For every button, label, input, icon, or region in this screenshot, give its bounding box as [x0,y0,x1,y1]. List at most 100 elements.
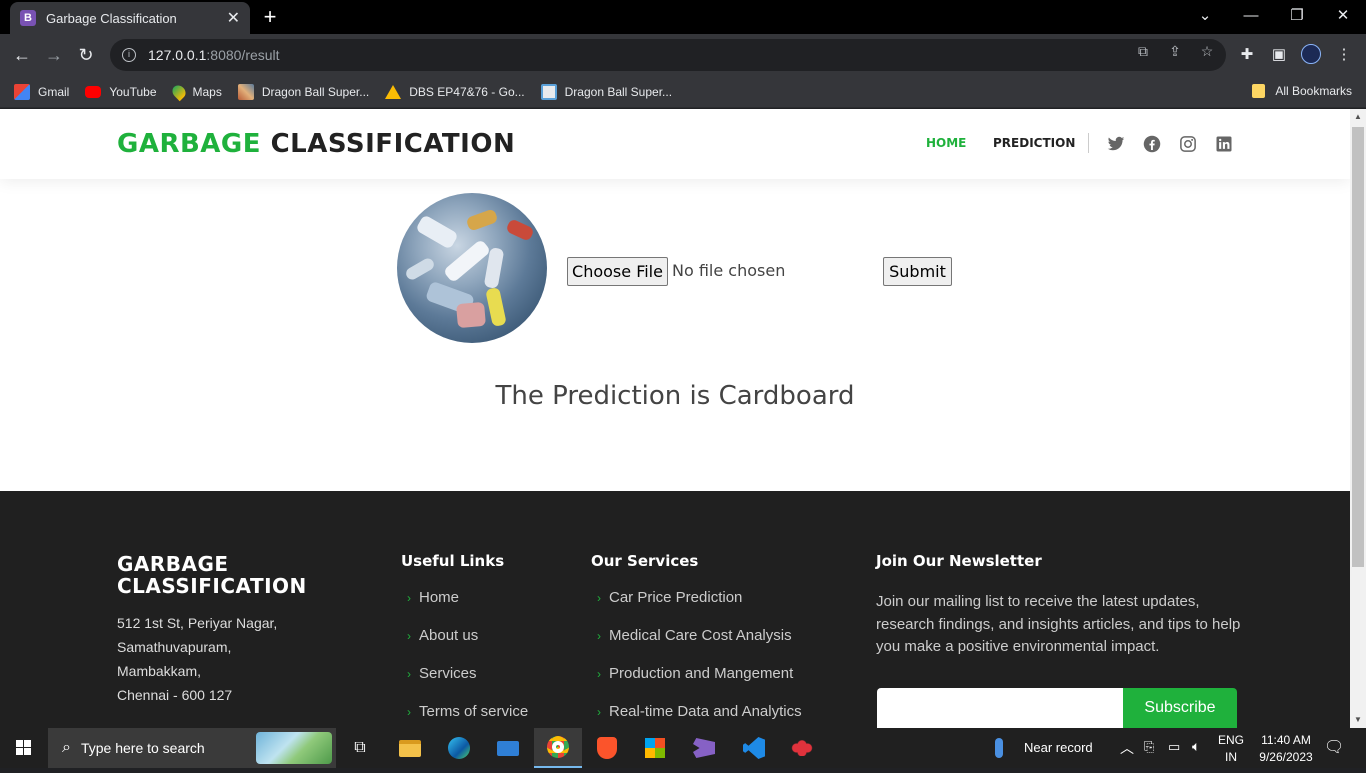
site-info-icon[interactable]: i [122,48,136,62]
site-icon [540,83,557,100]
thermometer-icon[interactable] [995,738,1003,758]
page-viewport: GARBAGE CLASSIFICATION HOME PREDICTION C… [0,109,1350,728]
submit-button[interactable]: Submit [883,257,952,286]
scrollbar-thumb[interactable] [1352,127,1364,567]
forward-button[interactable]: → [40,42,68,70]
minimize-button[interactable]: — [1228,0,1274,34]
search-placeholder: Type here to search [80,740,205,756]
tray-chevron-up-icon[interactable]: ︿ [1120,738,1134,758]
service-link[interactable]: › Real-time Data and Analytics [597,703,802,728]
network-icon[interactable]: ⎘ [1144,739,1154,755]
chevron-right-icon: › [597,591,601,605]
vscode-icon[interactable] [730,728,778,768]
service-link[interactable]: › Production and Mangement [597,665,802,703]
bookmark-dragon-ball-1[interactable]: Dragon Ball Super... [237,83,369,100]
services-list: › Car Price Prediction › Medical Care Cost… [597,589,802,728]
bookmark-maps[interactable]: Maps [169,82,222,101]
footer-link-about[interactable]: › About us [407,627,528,665]
footer-brand-line: GARBAGE [117,552,229,576]
browser-tab[interactable]: B Garbage Classification ✕ [10,2,250,34]
service-link[interactable]: › Car Price Prediction [597,589,802,627]
site-header: GARBAGE CLASSIFICATION HOME PREDICTION [0,109,1350,179]
facebook-icon[interactable] [1143,135,1161,153]
linkedin-icon[interactable] [1215,135,1233,153]
service-link[interactable]: › Medical Care Cost Analysis [597,627,802,665]
twitter-icon[interactable] [1107,135,1125,153]
newsletter-text: Join our mailing list to receive the lat… [876,593,1241,655]
nav-prediction[interactable]: PREDICTION [993,136,1075,150]
footer-link-home[interactable]: › Home [407,589,528,627]
brave-icon[interactable] [583,728,631,768]
newsletter-email-input[interactable] [877,688,1125,728]
browser-menu-icon[interactable]: ⋮ [1333,44,1355,66]
subscribe-button[interactable]: Subscribe [1123,688,1237,728]
file-status-text: No file chosen [672,261,786,280]
reload-button[interactable]: ↻ [72,42,100,70]
mail-icon[interactable] [484,728,532,768]
address-line: 512 1st St, Periyar Nagar, [117,615,278,631]
search-icon: ⌕ [62,739,71,756]
clock[interactable]: 11:40 AM 9/26/2023 [1250,733,1322,764]
scroll-down-arrow-icon[interactable]: ▼ [1350,712,1366,728]
battery-icon[interactable]: ▭ [1168,739,1180,755]
all-bookmarks-label: All Bookmarks [1275,84,1352,98]
bookmark-dragon-ball-2[interactable]: Dragon Ball Super... [540,83,672,100]
new-tab-button[interactable]: + [258,4,282,30]
taskbar-search-box[interactable]: ⌕ Type here to search [48,728,336,768]
address-line: Samathuvapuram, [117,639,232,655]
all-bookmarks-button[interactable]: All Bookmarks [1252,84,1352,98]
footer-address: 512 1st St, Periyar Nagar, Samathuvapura… [117,611,277,707]
chevron-right-icon: › [407,667,411,681]
link-label: Car Price Prediction [609,589,743,606]
edge-icon[interactable] [435,728,483,768]
site-logo[interactable]: GARBAGE CLASSIFICATION [117,129,515,159]
bookmark-label: Gmail [38,84,70,99]
chevron-right-icon: › [407,629,411,643]
windows-start-button[interactable] [0,728,48,768]
scroll-up-arrow-icon[interactable]: ▲ [1350,109,1366,125]
maps-pin-icon [169,82,188,101]
choose-file-button[interactable]: Choose File [567,257,668,286]
app-red-dots-icon[interactable] [778,728,826,768]
thumbnail-icon [237,83,254,100]
nav-home[interactable]: HOME [926,136,966,150]
share-icon[interactable]: ⇪ [1166,42,1184,60]
store-icon[interactable] [631,728,679,768]
restore-button[interactable]: ❐ [1274,0,1320,34]
footer-link-terms[interactable]: › Terms of service [407,703,528,728]
footer-link-services[interactable]: › Services [407,665,528,703]
side-panel-icon[interactable]: ▣ [1268,44,1290,66]
back-button[interactable]: ← [8,42,36,70]
address-bar[interactable]: i 127.0.0.1:8080/result [110,39,1226,71]
address-line: Chennai - 600 127 [117,687,233,703]
file-explorer-icon[interactable] [386,728,434,768]
bookmark-gmail[interactable]: Gmail [14,83,70,100]
clock-time: 11:40 AM [1261,733,1311,747]
notification-icon[interactable]: 🗨︎ [1324,737,1344,757]
extensions-icon[interactable]: ✚ [1236,44,1258,66]
bookmark-star-icon[interactable]: ☆ [1198,42,1216,60]
footer-brand-line: CLASSIFICATION [117,574,307,598]
bookmark-dbs-drive[interactable]: DBS EP47&76 - Go... [385,84,525,99]
tab-search-chevron-icon[interactable]: ⌄ [1182,0,1228,34]
newsletter-heading: Join Our Newsletter [876,552,1042,570]
page-scrollbar[interactable]: ▲ ▼ [1350,109,1366,728]
visual-studio-icon[interactable] [680,728,728,768]
task-view-icon[interactable]: ⧉ [336,728,384,768]
useful-links-heading: Useful Links [401,552,505,570]
bookmark-youtube[interactable]: YouTube [85,85,157,99]
folder-icon [1252,84,1266,98]
volume-icon[interactable]: 🔈︎ [1192,738,1200,755]
chrome-icon[interactable] [534,728,582,768]
instagram-icon[interactable] [1179,135,1197,153]
profile-avatar[interactable] [1301,44,1323,66]
weather-text[interactable]: Near record [1024,740,1093,755]
windows-logo-icon [16,740,31,755]
footer-brand: GARBAGE CLASSIFICATION [117,553,307,597]
tab-close-icon[interactable]: ✕ [227,8,240,28]
input-language[interactable]: ENG IN [1218,733,1244,764]
chevron-right-icon: › [407,591,411,605]
chevron-right-icon: › [597,705,601,719]
translate-icon[interactable]: ⧉ [1134,42,1152,60]
close-window-button[interactable]: ✕ [1320,0,1366,34]
